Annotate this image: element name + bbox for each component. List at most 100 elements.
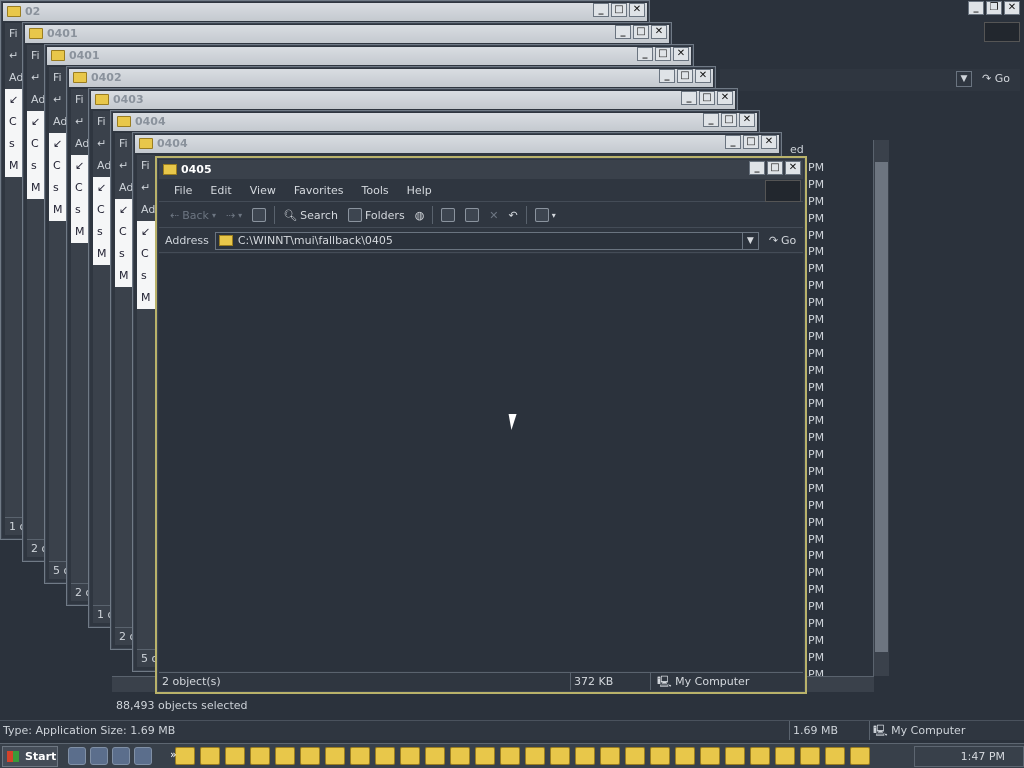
list-item[interactable]: PM	[806, 430, 876, 447]
list-item[interactable]: PM	[806, 194, 876, 211]
taskbar-folder-icon[interactable]	[825, 747, 845, 765]
close-button[interactable]: ✕	[739, 113, 755, 127]
list-item[interactable]: PM	[806, 177, 876, 194]
minimize-button[interactable]: _	[659, 69, 675, 83]
taskbar-folder-icon[interactable]	[600, 747, 620, 765]
explorer-window-0405[interactable]: 0405 _ □ ✕ File Edit View Favorites Tools …	[155, 156, 807, 694]
address-input[interactable]: C:\WINNT\mui\fallback\0405 ▼	[214, 231, 759, 250]
taskbar-folder-icon[interactable]	[750, 747, 770, 765]
taskbar-folder-icon[interactable]	[400, 747, 420, 765]
taskbar-folder-icon[interactable]	[425, 747, 445, 765]
list-item[interactable]: PM	[806, 413, 876, 430]
taskbar-folder-icon[interactable]	[800, 747, 820, 765]
taskbar-folder-icon[interactable]	[725, 747, 745, 765]
close-button[interactable]: ✕	[785, 161, 801, 175]
list-item[interactable]: PM	[806, 346, 876, 363]
taskbar-folder-icon[interactable]	[300, 747, 320, 765]
taskbar-folder-icon[interactable]	[500, 747, 520, 765]
minimize-button[interactable]: _	[749, 161, 765, 175]
maximize-button[interactable]: □	[633, 25, 649, 39]
list-item[interactable]: PM	[806, 464, 876, 481]
minimize-button[interactable]: _	[593, 3, 609, 17]
file-list-area[interactable]	[159, 254, 803, 671]
taskbar-folder-icon[interactable]	[775, 747, 795, 765]
folders-button[interactable]: Folders	[343, 204, 410, 226]
menu-help[interactable]: Help	[398, 184, 441, 197]
start-button[interactable]: Start	[2, 745, 58, 767]
dropdown-arrow-icon[interactable]: ▼	[741, 232, 758, 249]
maximize-button[interactable]: □	[699, 91, 715, 105]
delete-button[interactable]: ✕	[484, 204, 503, 226]
taskbar-folder-icon[interactable]	[175, 747, 195, 765]
minimize-button[interactable]: _	[703, 113, 719, 127]
list-item[interactable]: PM	[806, 650, 876, 667]
list-item[interactable]: PM	[806, 312, 876, 329]
taskbar-folder-icon[interactable]	[550, 747, 570, 765]
list-item[interactable]: PM	[806, 363, 876, 380]
up-folder-button[interactable]	[247, 204, 271, 226]
close-button[interactable]: ✕	[629, 3, 645, 17]
close-button[interactable]: ✕	[1004, 1, 1020, 15]
menu-tools[interactable]: Tools	[353, 184, 398, 197]
list-item[interactable]: PM	[806, 515, 876, 532]
quicklaunch-ie-icon[interactable]	[90, 747, 108, 765]
copy-to-button[interactable]	[460, 204, 484, 226]
go-button[interactable]: ↷ Go	[769, 234, 796, 247]
list-item[interactable]: PM	[806, 616, 876, 633]
close-button[interactable]: ✕	[673, 47, 689, 61]
list-item[interactable]: PM	[806, 396, 876, 413]
list-item[interactable]: PM	[806, 278, 876, 295]
minimize-button[interactable]: _	[637, 47, 653, 61]
taskbar-folder-icon[interactable]	[700, 747, 720, 765]
menu-edit[interactable]: Edit	[201, 184, 240, 197]
minimize-button[interactable]: _	[615, 25, 631, 39]
list-item[interactable]: PM	[806, 295, 876, 312]
minimize-button[interactable]: _	[968, 1, 984, 15]
search-button[interactable]: 🔍︎ Search	[278, 204, 343, 226]
taskbar-folder-icon[interactable]	[250, 747, 270, 765]
list-item[interactable]: PM	[806, 532, 876, 549]
close-button[interactable]: ✕	[651, 25, 667, 39]
list-item[interactable]: PM	[806, 261, 876, 278]
taskbar-folder-icon[interactable]	[325, 747, 345, 765]
taskbar-folder-icon[interactable]	[350, 747, 370, 765]
quicklaunch-outlook-icon[interactable]	[112, 747, 130, 765]
minimize-button[interactable]: _	[725, 135, 741, 149]
maximize-button[interactable]: □	[721, 113, 737, 127]
undo-button[interactable]: ↶	[504, 204, 523, 226]
restore-button[interactable]: ❐	[986, 1, 1002, 15]
taskbar-folder-icon[interactable]	[675, 747, 695, 765]
list-item[interactable]: PM	[806, 160, 876, 177]
menu-view[interactable]: View	[241, 184, 285, 197]
move-to-button[interactable]	[436, 204, 460, 226]
taskbar-folder-icon[interactable]	[225, 747, 245, 765]
taskbar-folder-icon[interactable]	[275, 747, 295, 765]
taskbar-folder-icon[interactable]	[525, 747, 545, 765]
list-item[interactable]: PM	[806, 481, 876, 498]
chevron-right-icon[interactable]: »	[170, 748, 177, 761]
list-item[interactable]: PM	[806, 211, 876, 228]
back-button[interactable]: ⇠ Back ▾	[165, 204, 221, 226]
list-item[interactable]: PM	[806, 582, 876, 599]
taskbar-folder-icon[interactable]	[375, 747, 395, 765]
window-titlebar[interactable]: 0405	[159, 160, 803, 179]
maximize-button[interactable]: □	[655, 47, 671, 61]
list-item[interactable]: PM	[806, 548, 876, 565]
list-item[interactable]: PM	[806, 565, 876, 582]
list-item[interactable]: PM	[806, 380, 876, 397]
maximize-button[interactable]: □	[677, 69, 693, 83]
list-item[interactable]: PM	[806, 329, 876, 346]
close-button[interactable]: ✕	[761, 135, 777, 149]
list-item[interactable]: PM	[806, 599, 876, 616]
close-button[interactable]: ✕	[717, 91, 733, 105]
views-button[interactable]: ▾	[530, 204, 561, 226]
taskbar-folder-icon[interactable]	[475, 747, 495, 765]
list-item[interactable]: PM	[806, 498, 876, 515]
scrollbar-thumb[interactable]	[875, 162, 888, 652]
list-item[interactable]: PM	[806, 633, 876, 650]
quicklaunch-search-icon[interactable]	[134, 747, 152, 765]
taskbar-folder-icon[interactable]	[450, 747, 470, 765]
dropdown-arrow-icon[interactable]: ▼	[956, 71, 972, 87]
forward-button[interactable]: ⇢ ▾	[221, 204, 247, 226]
menu-favorites[interactable]: Favorites	[285, 184, 353, 197]
